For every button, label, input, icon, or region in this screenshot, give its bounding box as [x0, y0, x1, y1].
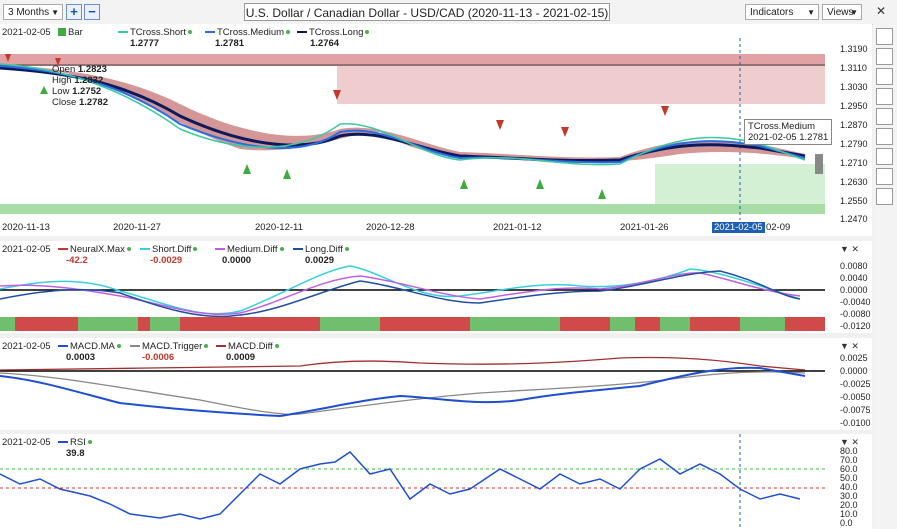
- legend-tcross-short: TCross.Short: [118, 27, 192, 38]
- legend-rsi-value: 39.8: [66, 448, 85, 459]
- macd-y-axis[interactable]: 0.0025 0.0000 -0.0025 -0.0050 -0.0075 -0…: [826, 338, 872, 430]
- indicators-label: Indicators: [750, 7, 794, 18]
- legend-medium-diff: Medium.Diff: [215, 244, 284, 255]
- price-date: 2021-02-05: [2, 27, 51, 38]
- x-tick-2: 2020-12-11: [255, 222, 303, 233]
- chevron-down-icon: ▼: [850, 8, 858, 17]
- price-y-axis[interactable]: 1.3190 1.3110 1.3030 1.2950 1.2870 1.279…: [826, 24, 872, 224]
- rsi-panel: 2021-02-05 RSI 39.8 ▼ ✕ 80.0 70.0 60.0 5…: [0, 434, 872, 529]
- x-tick-7: 02-09: [766, 222, 791, 233]
- horizontal-line-tool-icon[interactable]: [876, 68, 893, 85]
- macd-panel: 2021-02-05 MACD.MA 0.0003 MACD.Trigger -…: [0, 338, 872, 430]
- support-zone-lower: [0, 204, 825, 214]
- horizontal-line-tool-icon[interactable]: [876, 48, 893, 65]
- resistance-zone: [337, 66, 825, 104]
- x-tick-0: 2020-11-13: [2, 222, 50, 233]
- legend-tcross-medium: TCross.Medium: [205, 27, 291, 38]
- macd-diff-line: [0, 356, 806, 371]
- legend-tcross-long-value: 1.2764: [310, 38, 340, 49]
- rsi-date: 2021-02-05: [2, 437, 51, 448]
- fibonacci-tool-icon[interactable]: [876, 128, 893, 145]
- indicators-select[interactable]: Indicators ▼: [745, 4, 819, 20]
- pencil-tool-icon[interactable]: [876, 88, 893, 105]
- views-select[interactable]: Views ▼: [822, 4, 862, 20]
- legend-medium-diff-value: 0.0000: [222, 255, 252, 266]
- chevron-down-icon: ▼: [807, 8, 815, 17]
- rsi-line: [0, 451, 801, 520]
- macd-legend: 2021-02-05 MACD.MA 0.0003 MACD.Trigger -…: [0, 341, 300, 363]
- legend-macd-trigger: MACD.Trigger: [130, 341, 209, 352]
- comment-tool-icon[interactable]: [876, 188, 893, 205]
- macd-ma-line: [0, 366, 806, 418]
- legend-long-diff-value: 0.0029: [305, 255, 335, 266]
- period-select-value: 3 Months: [8, 7, 50, 18]
- period-select[interactable]: 3 Months ▼: [3, 4, 63, 20]
- price-plot[interactable]: [0, 24, 825, 220]
- x-tick-cursor: 2021-02-05: [712, 222, 765, 233]
- x-tick-1: 2020-11-27: [113, 222, 161, 233]
- neuralx-y-axis[interactable]: 0.0080 0.0040 0.0000 -0.0040 -0.0080 -0.…: [826, 241, 872, 333]
- drawing-toolbar: [873, 24, 897, 529]
- legend-macd-diff-value: 0.0009: [226, 352, 256, 363]
- close-icon[interactable]: ✕: [876, 4, 886, 18]
- neuralx-panel: 2021-02-05 NeuralX.Max -42.2 Short.Diff …: [0, 241, 872, 333]
- legend-short-diff: Short.Diff: [140, 244, 198, 255]
- bar-legend: Bar: [58, 27, 83, 38]
- legend-macd-diff: MACD.Diff: [216, 341, 279, 352]
- macd-date: 2021-02-05: [2, 341, 51, 352]
- price-scroll-marker[interactable]: [815, 154, 823, 174]
- pointer-tool-icon[interactable]: [876, 108, 893, 125]
- price-panel: 2021-02-05 Bar TCross.Short 1.2777 TCros…: [0, 24, 872, 236]
- price-legend: 2021-02-05 Bar TCross.Short 1.2777 TCros…: [0, 27, 380, 49]
- legend-tcross-medium-value: 1.2781: [215, 38, 245, 49]
- rsi-legend: 2021-02-05 RSI 39.8: [0, 437, 200, 459]
- channel-tool-icon[interactable]: [876, 148, 893, 165]
- ohlc-readout: Open 1.2823 High 1.2832 Low 1.2752 Close…: [52, 64, 108, 108]
- legend-macd-ma: MACD.MA: [58, 341, 121, 352]
- crosshair-tooltip: TCross.Medium 2021-02-05 1.2781: [744, 119, 833, 145]
- legend-neuralx-max: NeuralX.Max: [58, 244, 131, 255]
- neuralx-legend: 2021-02-05 NeuralX.Max -42.2 Short.Diff …: [0, 244, 380, 266]
- rsi-y-axis[interactable]: 80.0 70.0 60.0 50.0 40.0 30.0 20.0 10.0 …: [826, 434, 872, 529]
- period-minus-button[interactable]: −: [84, 4, 100, 20]
- vertical-line-tool-icon[interactable]: [876, 168, 893, 185]
- legend-short-diff-value: -0.0029: [150, 255, 183, 266]
- line-tool-icon[interactable]: [876, 28, 893, 45]
- period-add-button[interactable]: +: [66, 4, 82, 20]
- macd-trigger-line: [0, 371, 806, 415]
- legend-macd-trigger-value: -0.0006: [142, 352, 175, 363]
- top-toolbar: 3 Months ▼ + − U.S. Dollar / Canadian Do…: [0, 0, 897, 25]
- legend-tcross-long: TCross.Long: [297, 27, 370, 38]
- legend-tcross-short-value: 1.2777: [130, 38, 160, 49]
- legend-rsi: RSI: [58, 437, 92, 448]
- x-tick-5: 2021-01-26: [620, 222, 669, 233]
- neuralx-date: 2021-02-05: [2, 244, 51, 255]
- legend-neuralx-max-value: -42.2: [66, 255, 88, 266]
- x-tick-4: 2021-01-12: [493, 222, 542, 233]
- long-diff-line: [0, 270, 801, 318]
- instrument-title[interactable]: U.S. Dollar / Canadian Dollar - USD/CAD …: [244, 3, 610, 21]
- chevron-down-icon: ▼: [51, 8, 59, 17]
- resistance-zone-upper: [0, 54, 825, 66]
- x-tick-3: 2020-12-28: [366, 222, 415, 233]
- legend-long-diff: Long.Diff: [293, 244, 349, 255]
- legend-macd-ma-value: 0.0003: [66, 352, 96, 363]
